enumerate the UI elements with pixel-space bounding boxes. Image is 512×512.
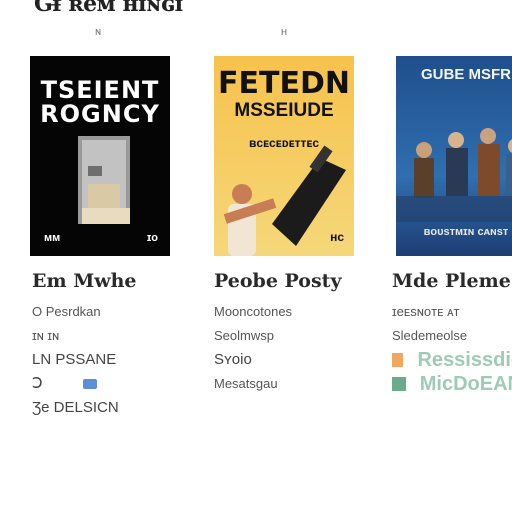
accent-text[interactable]: MicDoEAN — [420, 372, 512, 396]
page-title: Gf̶ ʀeᴍ ʜɪɴɢɪ — [34, 0, 183, 17]
detail-line: Mesatsgau — [214, 376, 278, 391]
detail-line: ɪɴ ɪɴ — [32, 328, 60, 343]
cover-title: GUBE MSFR — [421, 66, 511, 83]
detail-line: ɪeᴇsɴᴏᴛᴇ ᴀᴛ — [392, 304, 460, 319]
book-cover-black[interactable]: TSEIENT ROGNCY ᴍᴍ ɪᴏ — [30, 56, 170, 256]
book-title[interactable]: Em Mwhe — [32, 270, 162, 292]
detail-line: Sledemeolse — [392, 328, 468, 343]
book-cover-blue[interactable]: GUBE MSFR ʙᴏᴜsᴛᴍɪɴ ᴄᴀɴsᴛ — [396, 56, 512, 256]
detail-line: Seolmwsp — [214, 328, 274, 343]
book-details-3: Mde Pleme ɪeᴇsɴᴏᴛᴇ ᴀᴛ Sledemeolse Ressis… — [392, 270, 512, 396]
green-swatch-icon — [392, 377, 406, 391]
accent-text[interactable]: Ressissdic — [417, 348, 512, 372]
detail-line: Sʏᴏiᴏ — [214, 351, 252, 368]
detail-line: Ʒe DELSICN — [32, 399, 119, 416]
book-title[interactable]: Mde Pleme — [392, 270, 512, 292]
book-details-1: Em Mwhe O Pesrdkan ɪɴ ɪɴ LN PSSANE Ↄ Ʒe … — [32, 270, 162, 420]
cover-bottom-right: ɪᴏ — [146, 232, 158, 244]
book-cover-yellow[interactable]: FETEDN MSSEIUDE ʙᴄᴇᴄᴇᴅᴇᴛᴛᴇᴄ ʜᴄ — [214, 56, 354, 256]
accent-line-orange: Ressissdic — [392, 348, 512, 372]
badge-icon[interactable] — [82, 379, 97, 389]
detail-line: O Pesrdkan — [32, 304, 101, 319]
accent-line-green: MicDoEAN — [392, 372, 512, 396]
book-details-2: Peobe Posty Mooncotones Seolmwsp Sʏᴏiᴏ M… — [214, 270, 344, 396]
header-subtext-right: ʜ — [281, 26, 288, 38]
cover-title-line2: ROGNCY — [40, 100, 160, 128]
detail-line-text: Ↄ — [32, 375, 43, 392]
cover-bottom-text: ʙᴏᴜsᴛᴍɪɴ ᴄᴀɴsᴛ — [423, 226, 509, 238]
orange-swatch-icon — [392, 353, 404, 367]
cover-bottom-right: ʜᴄ — [330, 230, 344, 244]
book-title[interactable]: Peobe Posty — [214, 270, 344, 292]
cover-title-line1: FETEDN — [218, 66, 350, 101]
header-subtext-left: ɴ — [95, 26, 102, 38]
detail-line: Mooncotones — [214, 304, 293, 319]
cover-bottom-left: ᴍᴍ — [44, 232, 61, 244]
cover-title-line3: ʙᴄᴇᴄᴇᴅᴇᴛᴛᴇᴄ — [248, 136, 320, 150]
detail-line: LN PSSANE — [32, 351, 117, 368]
cover-title-line2: MSSEIUDE — [234, 100, 334, 121]
detail-line-with-tag: Ↄ — [32, 372, 162, 396]
